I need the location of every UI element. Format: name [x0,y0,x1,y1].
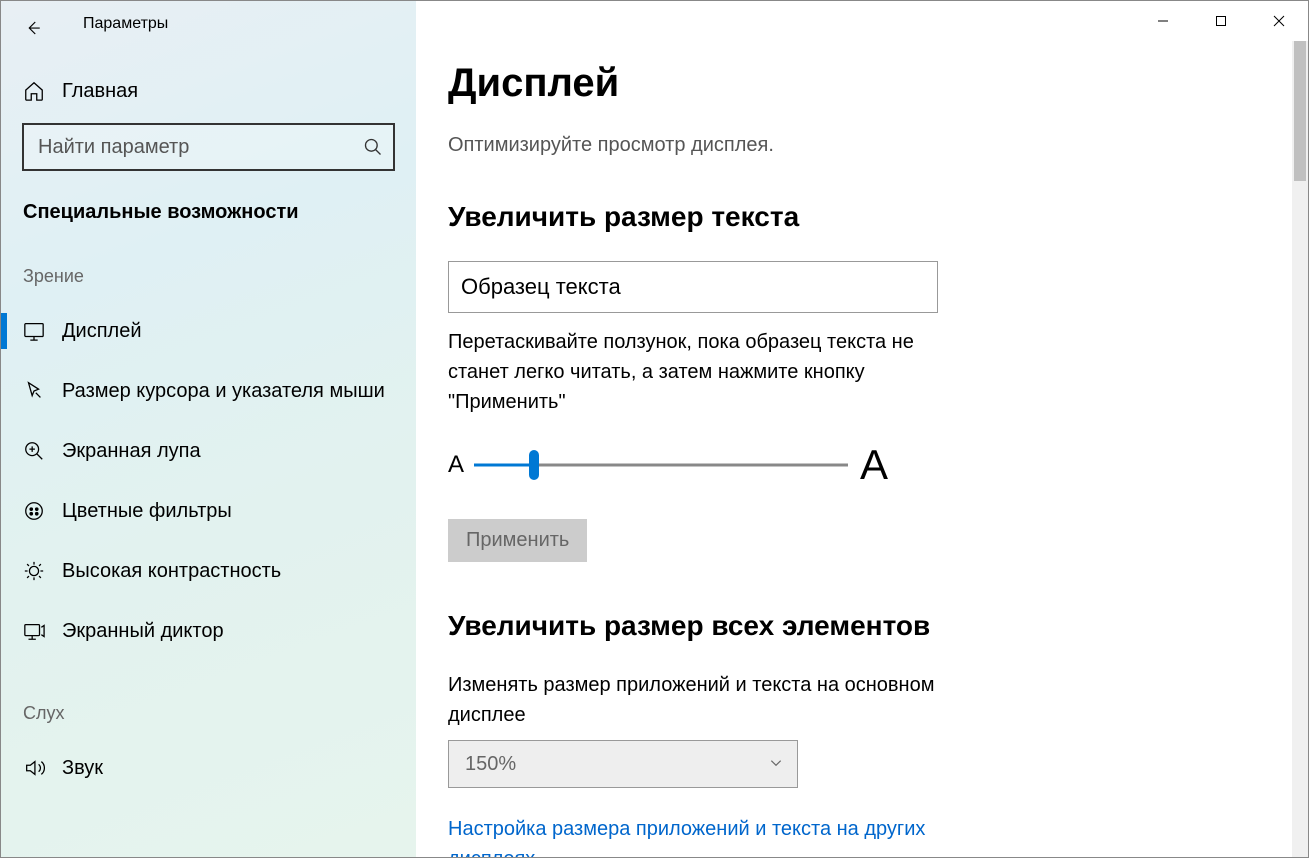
home-label: Главная [62,80,138,103]
nav-label: Экранная лупа [62,438,201,465]
link-other-displays[interactable]: Настройка размера приложений и текста на… [448,814,958,857]
scale-dropdown[interactable]: 150% [448,740,798,788]
nav-label: Дисплей [62,318,142,345]
nav-label: Экранный диктор [62,618,224,645]
scale-description: Изменять размер приложений и текста на о… [448,670,956,730]
text-size-description: Перетаскивайте ползунок, пока образец те… [448,327,938,417]
nav-label: Цветные фильтры [62,498,232,525]
back-button[interactable] [9,3,57,53]
page-title: Дисплей [448,61,956,106]
minimize-button[interactable] [1134,1,1192,41]
contrast-icon [23,560,45,582]
section-heading-scale: Увеличить размер всех элементов [448,610,956,642]
group-title-vision: Зрение [23,266,416,287]
text-size-slider[interactable] [474,450,848,480]
main-content: Дисплей Оптимизируйте просмотр дисплея. … [416,1,1308,857]
nav-item-magnifier[interactable]: Экранная лупа [1,421,416,481]
back-arrow-icon [24,19,42,37]
sample-text-box: Образец текста [448,261,938,313]
section-heading-text-size: Увеличить размер текста [448,201,956,233]
window-title: Параметры [83,15,168,33]
home-nav-item[interactable]: Главная [1,63,416,119]
sample-text: Образец текста [461,274,621,300]
text-size-slider-row: A A [448,441,888,489]
slider-min-label: A [448,451,464,479]
home-icon [23,80,45,102]
vertical-scrollbar[interactable] [1292,41,1308,857]
group-title-hearing: Слух [23,703,416,724]
magnifier-icon [23,440,45,462]
nav-label: Размер курсора и указателя мыши [62,378,385,405]
chevron-down-icon [769,753,783,776]
slider-max-label: A [860,441,888,489]
narrator-icon [23,620,45,642]
slider-thumb[interactable] [529,450,539,480]
sound-icon [23,757,45,779]
nav-item-narrator[interactable]: Экранный диктор [1,601,416,661]
nav-item-cursor-pointer[interactable]: Размер курсора и указателя мыши [1,361,416,421]
search-icon [363,137,383,157]
display-icon [23,320,45,342]
apply-button[interactable]: Применить [448,519,587,562]
dropdown-value: 150% [465,753,516,776]
nav-item-display[interactable]: Дисплей [1,301,416,361]
color-filters-icon [23,500,45,522]
cursor-icon [23,380,45,402]
page-subtitle: Оптимизируйте просмотр дисплея. [448,134,956,157]
nav-item-sound[interactable]: Звук [1,738,416,798]
category-title: Специальные возможности [23,201,416,224]
slider-track-fill [474,464,534,467]
window-controls [1134,1,1308,41]
search-input[interactable] [38,136,363,159]
search-box[interactable] [22,123,395,171]
nav-label: Звук [62,755,103,782]
nav-item-color-filters[interactable]: Цветные фильтры [1,481,416,541]
nav-item-high-contrast[interactable]: Высокая контрастность [1,541,416,601]
nav-label: Высокая контрастность [62,558,281,585]
maximize-button[interactable] [1192,1,1250,41]
close-button[interactable] [1250,1,1308,41]
scrollbar-thumb[interactable] [1294,41,1306,181]
sidebar: Параметры Главная Специальные возможност… [1,1,416,857]
